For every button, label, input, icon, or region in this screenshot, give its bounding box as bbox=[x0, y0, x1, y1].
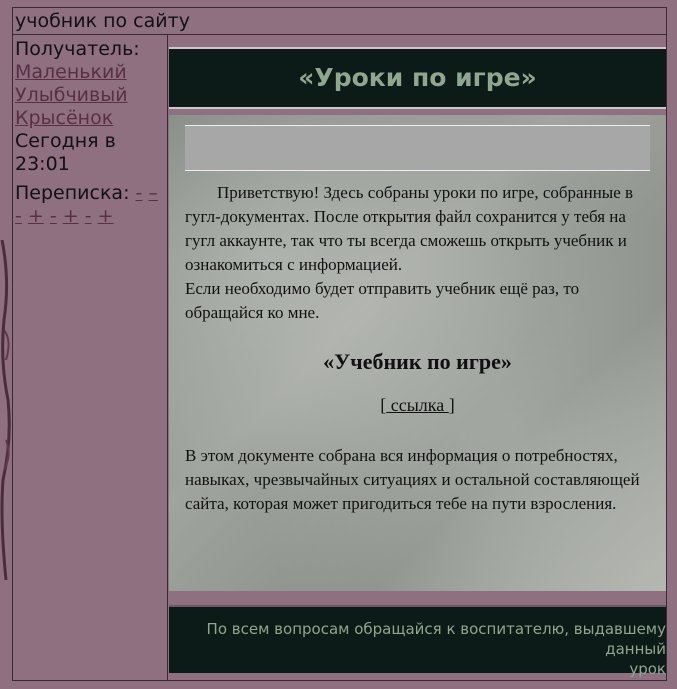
header-image-placeholder bbox=[185, 125, 650, 171]
message-subject: учобник по сайту bbox=[13, 8, 666, 35]
decorative-plant-image bbox=[0, 240, 11, 580]
date-line1: Сегодня в bbox=[15, 130, 116, 152]
document-link-line: [ ссылка ] bbox=[185, 395, 650, 416]
lesson-content: Приветствую! Здесь собраны уроки по игре… bbox=[169, 115, 666, 591]
recipient-label: Получатель: bbox=[15, 38, 140, 60]
message-body: «Уроки по игре» Приветствую! Здесь собра… bbox=[169, 35, 666, 680]
thread-link-8[interactable]: + bbox=[98, 205, 114, 227]
thread-link-7[interactable]: - bbox=[85, 205, 92, 227]
document-description: В этом документе собрана вся информация … bbox=[185, 446, 640, 513]
thread-link-4[interactable]: + bbox=[28, 205, 44, 227]
footer-line1: По всем вопросам обращайся к воспитателю… bbox=[206, 620, 666, 658]
footer-line2: урок bbox=[629, 660, 666, 678]
thread-label: Переписка: bbox=[15, 182, 130, 204]
thread-link-1[interactable]: - bbox=[136, 182, 143, 204]
message-frame: учобник по сайту Получатель: Маленький У… bbox=[12, 7, 667, 681]
thread-nav: Переписка: - – - + - + - + bbox=[15, 182, 165, 228]
date-line2: 23:01 bbox=[15, 153, 70, 175]
banner-title: «Уроки по игре» bbox=[169, 47, 666, 109]
thread-link-3[interactable]: - bbox=[15, 205, 22, 227]
document-title: «Учебник по игре» bbox=[323, 349, 512, 374]
recipient-name-line1[interactable]: Маленький bbox=[15, 61, 165, 84]
recipient-name-line3[interactable]: Крысёнок bbox=[15, 107, 165, 130]
recipient-name-line2[interactable]: Улыбчивый bbox=[15, 84, 165, 107]
footer-note: По всем вопросам обращайся к воспитателю… bbox=[169, 605, 666, 678]
thread-link-2[interactable]: – bbox=[148, 182, 158, 204]
link-bracket-close: ] bbox=[448, 395, 455, 415]
thread-link-6[interactable]: + bbox=[63, 205, 79, 227]
thread-link-5[interactable]: - bbox=[50, 205, 57, 227]
intro-paragraph-2: Если необходимо будет отправить учебник … bbox=[185, 279, 580, 322]
document-link[interactable]: ссылка bbox=[386, 395, 449, 415]
intro-paragraph: Приветствую! Здесь собраны уроки по игре… bbox=[185, 183, 634, 274]
message-meta-column: Получатель: Маленький Улыбчивый Крысёнок… bbox=[13, 35, 168, 680]
